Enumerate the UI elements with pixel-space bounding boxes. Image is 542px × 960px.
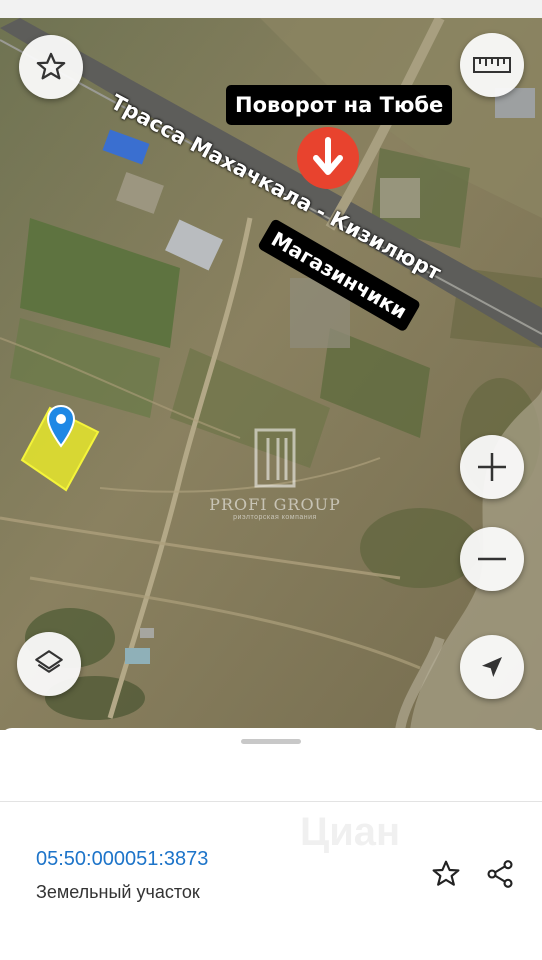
info-sheet: Циан 05:50:000051:3873 Земельный участок [0, 728, 542, 960]
layers-button[interactable] [17, 632, 81, 696]
watermark-subtitle: риэлторская компания [233, 514, 317, 521]
share-icon [487, 860, 513, 888]
agency-watermark: PROFI GROUP риэлторская компания [200, 428, 350, 521]
minus-icon [478, 557, 506, 561]
layers-icon [35, 650, 63, 673]
location-pin-icon[interactable] [46, 404, 76, 448]
share-button[interactable] [482, 856, 518, 892]
agency-logo-icon [254, 428, 296, 488]
zoom-in-button[interactable] [460, 435, 524, 499]
add-favorite-button[interactable] [428, 856, 464, 892]
cadastral-number[interactable]: 05:50:000051:3873 [36, 848, 208, 871]
my-location-button[interactable] [460, 635, 524, 699]
status-bar-area [0, 0, 542, 18]
favorite-button[interactable] [19, 35, 83, 99]
satellite-map[interactable]: Поворот на Тюбе Трасса Махачкала - Кизил… [0, 18, 542, 730]
navigation-arrow-icon [482, 657, 502, 677]
zoom-out-button[interactable] [460, 527, 524, 591]
turn-marker-icon [297, 127, 359, 189]
star-icon [36, 52, 66, 80]
plus-icon [478, 453, 506, 481]
divider [0, 801, 542, 802]
ruler-icon [473, 57, 511, 73]
measure-distance-button[interactable] [460, 33, 524, 97]
land-type-label: Земельный участок [36, 882, 200, 902]
watermark-title: PROFI GROUP [209, 495, 341, 514]
sheet-drag-handle[interactable] [241, 739, 301, 744]
turn-label: Поворот на Тюбе [226, 85, 453, 125]
cian-watermark: Циан [300, 810, 401, 854]
star-icon [432, 860, 460, 886]
